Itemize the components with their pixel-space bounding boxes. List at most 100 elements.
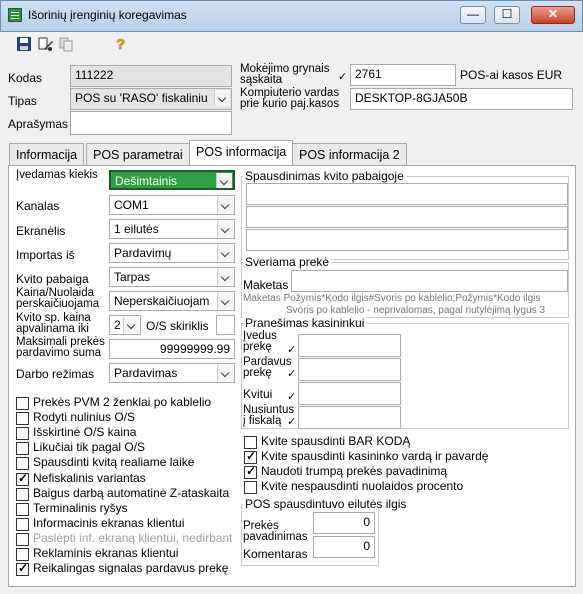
copy-icon[interactable] bbox=[58, 36, 74, 52]
kaina-label: Kaina/Nuolaida perskaičiuojama bbox=[16, 287, 100, 310]
minimize-button[interactable]: — bbox=[460, 6, 486, 24]
checkbox-label[interactable]: Prekės PVM 2 ženklai po kablelio bbox=[33, 395, 211, 409]
check-icon: ✓ bbox=[338, 71, 348, 83]
tipas-label: Tipas bbox=[8, 94, 37, 108]
apvalinama-select[interactable]: 2 bbox=[109, 315, 141, 335]
tab-informacija[interactable]: Informacija bbox=[9, 143, 85, 165]
nusiuntus-label: Nusiuntus į fiskalą bbox=[243, 404, 295, 427]
checkbox[interactable] bbox=[16, 517, 29, 531]
window-title: Išorinių įrenginių koregavimas bbox=[28, 8, 187, 22]
checkbox[interactable] bbox=[16, 442, 29, 456]
checkbox-label[interactable]: Nefiskalinis variantas bbox=[33, 471, 146, 485]
app-icon bbox=[8, 8, 22, 22]
ivedus-field[interactable] bbox=[298, 334, 401, 357]
maks-field[interactable]: 99999999.99 bbox=[109, 339, 235, 359]
mokejimo-suffix: POS-ai kasos EUR bbox=[460, 68, 563, 82]
kodas-label: Kodas bbox=[8, 71, 43, 85]
kodas-field[interactable]: 111222 bbox=[70, 65, 232, 87]
maketas-field[interactable] bbox=[291, 270, 568, 292]
checkbox-label[interactable]: Informacinis ekranas klientui bbox=[33, 516, 184, 530]
edit-icon[interactable] bbox=[38, 36, 54, 52]
checkbox[interactable] bbox=[16, 487, 29, 501]
maketas-label: Maketas bbox=[243, 278, 289, 292]
checkbox[interactable] bbox=[16, 532, 29, 546]
prekes-label: Prekės pavadinimas bbox=[243, 520, 308, 543]
prekes-field[interactable]: 0 bbox=[313, 512, 375, 534]
checkbox[interactable] bbox=[244, 481, 257, 494]
checkbox[interactable] bbox=[16, 457, 29, 471]
os-skiriklis-field[interactable] bbox=[216, 315, 235, 335]
floppy-disk-icon[interactable] bbox=[16, 36, 32, 52]
checkbox-label[interactable]: Kvite spausdinti BAR KODĄ bbox=[261, 434, 410, 448]
checkbox-label[interactable]: Terminalinis ryšys bbox=[33, 501, 128, 515]
mokejimo-label: Mokėjimo grynais sąskaita bbox=[240, 63, 330, 86]
checkbox[interactable] bbox=[244, 464, 257, 479]
komentaras-field[interactable]: 0 bbox=[313, 536, 375, 558]
close-button[interactable]: ✕ bbox=[531, 6, 575, 24]
checkbox[interactable] bbox=[16, 412, 29, 426]
kaina-select[interactable]: Neperskaičiuojam bbox=[109, 291, 235, 311]
nusiuntus-field[interactable] bbox=[298, 406, 401, 429]
kvito-pabaiga-line-1[interactable] bbox=[246, 183, 568, 205]
maximize-button[interactable]: ☐ bbox=[494, 6, 520, 24]
kvito-value: Tarpas bbox=[114, 270, 151, 284]
tab-pos-informacija-2[interactable]: POS informacija 2 bbox=[292, 143, 407, 165]
chevron-down-icon bbox=[216, 173, 232, 188]
kompiuterio-label: Kompiuterio vardas prie kurio paj.kasos bbox=[240, 87, 340, 110]
chevron-down-icon bbox=[217, 365, 233, 381]
pardavus-field[interactable] bbox=[298, 358, 401, 381]
tipas-value: POS su 'RASO' fiskaliniu bbox=[75, 91, 208, 105]
checkbox-label[interactable]: Rodyti nulinius O/S bbox=[33, 410, 135, 424]
tab-pos-parametrai[interactable]: POS parametrai bbox=[86, 143, 190, 165]
maketas-hint-2: Svoris po kablelio - neprivalomas, pagal… bbox=[286, 305, 546, 316]
komentaras-label: Komentaras bbox=[243, 547, 308, 561]
help-icon[interactable]: ? bbox=[116, 36, 132, 53]
checkbox-label[interactable]: Išskirtinė O/S kaina bbox=[33, 425, 136, 439]
kanalas-label: Kanalas bbox=[16, 199, 60, 213]
darbo-label: Darbo režimas bbox=[16, 367, 95, 381]
checkbox-label[interactable]: Paslėpti inf. ekraną klientui, nedirbant bbox=[33, 531, 232, 545]
kompiuterio-field[interactable]: DESKTOP-8GJA50B bbox=[350, 88, 573, 110]
aprasymas-field[interactable] bbox=[70, 111, 232, 135]
pranesimas-title: Pranešimas kasininkui bbox=[243, 316, 367, 330]
checkbox[interactable] bbox=[244, 436, 257, 449]
ekranelis-label: Ekranėlis bbox=[16, 224, 66, 238]
kvito-pabaiga-line-2[interactable] bbox=[246, 206, 568, 228]
darbo-select[interactable]: Pardavimas bbox=[109, 363, 235, 383]
mokejimo-field[interactable]: 2761 bbox=[350, 64, 456, 86]
checkbox-label[interactable]: Reklaminis ekranas klientui bbox=[33, 546, 178, 560]
ivedus-label: Įvedus prekę bbox=[243, 330, 277, 353]
checkbox[interactable] bbox=[16, 471, 29, 486]
check-icon: ✓ bbox=[287, 368, 297, 380]
checkbox-label[interactable]: Likučiai tik pagal O/S bbox=[33, 440, 145, 454]
checkbox-label[interactable]: Baigus darbą automatinė Z-ataskaita bbox=[33, 486, 229, 500]
tipas-select[interactable]: POS su 'RASO' fiskaliniu bbox=[70, 88, 232, 110]
maks-label: Maksimali prekės pardavimo suma bbox=[16, 336, 105, 359]
kanalas-select[interactable]: COM1 bbox=[109, 195, 235, 215]
checkbox[interactable] bbox=[16, 561, 29, 577]
chevron-down-icon bbox=[217, 245, 233, 261]
importas-select[interactable]: Pardavimų bbox=[109, 243, 235, 263]
checkbox[interactable] bbox=[244, 449, 257, 464]
checkbox-label[interactable]: Naudoti trumpą prekės pavadinimą bbox=[261, 464, 447, 478]
tab-pos-informacija[interactable]: POS informacija bbox=[189, 140, 294, 166]
kvito-label: Kvito pabaiga bbox=[16, 272, 89, 286]
kvito-pabaiga-line-3[interactable] bbox=[246, 229, 568, 251]
importas-value: Pardavimų bbox=[114, 246, 172, 260]
checkbox[interactable] bbox=[16, 548, 29, 561]
ekranelis-value: 1 eilutės bbox=[114, 222, 159, 236]
checkbox-label[interactable]: Kvite spausdinti kasininko vardą ir pava… bbox=[261, 449, 488, 463]
checkbox[interactable] bbox=[16, 502, 29, 516]
checkbox[interactable] bbox=[16, 427, 29, 441]
kvitui-label: Kvitui bbox=[243, 387, 273, 401]
checkbox-label[interactable]: Reikalingas signalas pardavus prekę bbox=[33, 561, 228, 575]
kvitui-field[interactable] bbox=[298, 382, 401, 405]
ivedamas-value: Dešimtainis bbox=[115, 174, 178, 188]
checkbox-label[interactable]: Kvite nespausdinti nuolaidos procento bbox=[261, 479, 463, 493]
ivedamas-select[interactable]: Dešimtainis bbox=[109, 170, 235, 190]
checkbox[interactable] bbox=[16, 397, 29, 410]
eilutes-title: POS spausdintuvo eilutės ilgis bbox=[243, 497, 409, 511]
kvito-select[interactable]: Tarpas bbox=[109, 267, 235, 287]
ekranelis-select[interactable]: 1 eilutės bbox=[109, 219, 235, 239]
checkbox-label[interactable]: Spausdinti kvitą realiame laike bbox=[33, 455, 194, 469]
